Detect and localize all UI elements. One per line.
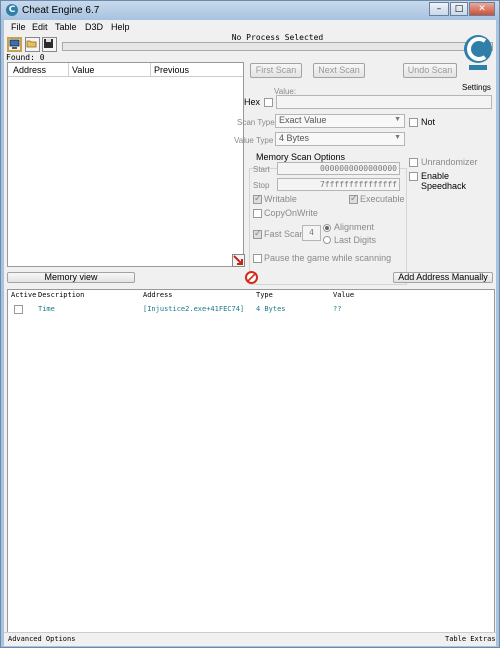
results-header: Address Value Previous (8, 63, 243, 77)
floppy-disk-icon (44, 39, 53, 48)
memory-view-button[interactable]: Memory view (7, 272, 135, 283)
stop-address-input[interactable]: 7fffffffffffffff (277, 178, 400, 191)
process-label: No Process Selected (231, 33, 324, 42)
row-address: [Injustice2.exe+41FEC74] (143, 305, 245, 313)
column-previous[interactable]: Previous (154, 65, 189, 75)
window-title: Cheat Engine 6.7 (22, 5, 100, 16)
last-digits-radio[interactable] (323, 236, 331, 244)
writable-checkbox[interactable] (253, 193, 262, 204)
scan-results-list[interactable]: Address Value Previous (7, 62, 244, 267)
open-process-button[interactable] (7, 37, 22, 52)
copy-on-write-checkbox[interactable] (253, 209, 262, 218)
table-extras-link[interactable]: Table Extras (445, 635, 496, 643)
pause-game-label: Pause the game while scanning (264, 253, 392, 263)
add-to-list-button[interactable] (232, 254, 245, 267)
value-type-value: 4 Bytes (279, 133, 310, 143)
value-type-label: Value Type (234, 136, 274, 145)
column-value[interactable]: Value (72, 65, 94, 75)
computer-icon (9, 39, 20, 49)
chevron-down-icon: ▼ (394, 116, 401, 123)
fast-scan-checkbox[interactable] (253, 228, 262, 239)
menu-d3d[interactable]: D3D (85, 22, 103, 32)
settings-link[interactable]: Settings (462, 83, 491, 92)
column-type[interactable]: Type (256, 291, 273, 299)
pause-game-checkbox[interactable] (253, 254, 262, 263)
start-label: Start (253, 165, 270, 174)
next-scan-button[interactable]: Next Scan (313, 63, 365, 78)
memory-scan-options-title: Memory Scan Options (254, 152, 348, 162)
row-type: 4 Bytes (256, 305, 286, 313)
column-value[interactable]: Value (333, 291, 354, 299)
fast-scan-label: Fast Scan (264, 229, 305, 239)
writable-label: Writable (264, 194, 297, 204)
menu-file[interactable]: File (11, 22, 26, 32)
unrandomizer-checkbox[interactable] (409, 158, 418, 167)
column-description[interactable]: Description (38, 291, 84, 299)
cheat-engine-icon: C (6, 4, 18, 16)
row-description: Time (38, 305, 55, 313)
scan-progress-bar (62, 42, 493, 51)
menu-bar: File Edit Table D3D Help (4, 20, 496, 34)
speedhack-label: Enable Speedhack (421, 171, 467, 191)
copy-on-write-label: CopyOnWrite (264, 208, 318, 218)
speedhack-checkbox[interactable] (409, 172, 418, 181)
active-checkbox[interactable] (14, 305, 23, 314)
cheat-engine-logo[interactable] (462, 33, 494, 73)
status-bar: Advanced Options Table Extras (4, 632, 496, 646)
scan-type-value: Exact Value (279, 115, 327, 125)
alignment-label: Alignment (334, 222, 375, 232)
row-value: ?? (333, 305, 342, 313)
start-address-input[interactable]: 0000000000000000 (277, 162, 400, 175)
not-checkbox[interactable] (409, 118, 418, 127)
red-arrow-icon (233, 255, 243, 265)
first-scan-button[interactable]: First Scan (250, 63, 302, 78)
no-entry-icon (247, 273, 256, 282)
menu-table[interactable]: Table (55, 22, 77, 32)
add-address-manually-button[interactable]: Add Address Manually (393, 272, 493, 283)
unrandomizer-label: Unrandomizer (421, 157, 478, 167)
scan-type-select[interactable]: Exact Value ▼ (275, 114, 405, 128)
hex-checkbox[interactable] (264, 98, 273, 107)
minimize-button[interactable]: – (429, 2, 449, 16)
executable-label: Executable (360, 194, 405, 204)
fast-scan-input[interactable]: 4 (302, 225, 321, 241)
alignment-radio[interactable] (323, 224, 331, 232)
column-address[interactable]: Address (13, 65, 46, 75)
found-count: Found: 0 (6, 53, 45, 62)
column-active[interactable]: Active (11, 291, 36, 299)
folder-icon (26, 40, 37, 48)
address-list[interactable]: Active Description Address Type Value Ti… (7, 289, 495, 633)
clear-list-button[interactable] (245, 271, 258, 284)
menu-help[interactable]: Help (111, 22, 130, 32)
not-label: Not (421, 117, 436, 127)
last-digits-label: Last Digits (334, 235, 377, 245)
scan-type-label: Scan Type (237, 118, 275, 127)
title-bar[interactable]: C Cheat Engine 6.7 – □ ✕ (1, 1, 499, 20)
column-address[interactable]: Address (143, 291, 173, 299)
main-panel: File Edit Table D3D Help No Process Sele… (4, 20, 496, 646)
menu-edit[interactable]: Edit (32, 22, 48, 32)
open-file-button[interactable] (25, 37, 40, 52)
chevron-down-icon: ▼ (394, 134, 401, 141)
value-input[interactable] (276, 95, 492, 109)
maximize-button[interactable]: □ (450, 2, 468, 16)
value-type-select[interactable]: 4 Bytes ▼ (275, 132, 405, 146)
app-window: C Cheat Engine 6.7 – □ ✕ File Edit Table… (0, 0, 500, 648)
save-button[interactable] (42, 37, 57, 52)
close-button[interactable]: ✕ (469, 2, 495, 16)
hex-label: Hex (244, 97, 261, 107)
executable-checkbox[interactable] (349, 193, 358, 204)
undo-scan-button[interactable]: Undo Scan (403, 63, 457, 78)
stop-label: Stop (253, 181, 270, 190)
advanced-options-link[interactable]: Advanced Options (8, 635, 75, 643)
